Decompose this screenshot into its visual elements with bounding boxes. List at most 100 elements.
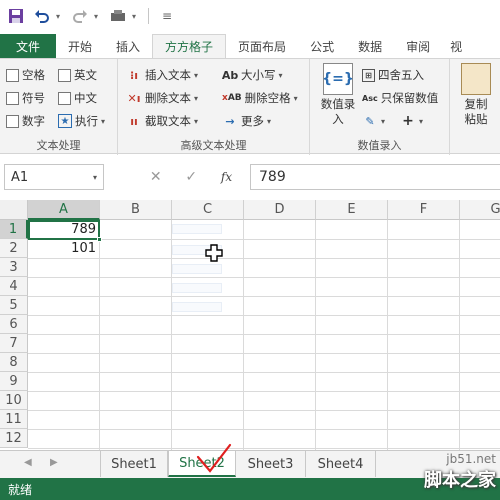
select-all-corner[interactable] bbox=[0, 200, 28, 220]
chevron-down-icon: ▾ bbox=[419, 116, 424, 126]
function-icon[interactable]: fx bbox=[221, 170, 232, 184]
checkbox-number[interactable]: 数字 bbox=[6, 113, 45, 129]
execute-button[interactable]: ★ 执行 ▾ bbox=[58, 113, 105, 129]
tab-home[interactable]: 开始 bbox=[56, 34, 104, 58]
fill-handle[interactable] bbox=[97, 237, 102, 242]
checkbox-icon[interactable] bbox=[58, 68, 71, 82]
tab-formulas[interactable]: 公式 bbox=[298, 34, 346, 58]
tab-insert[interactable]: 插入 bbox=[104, 34, 152, 58]
row-header[interactable]: 6 bbox=[0, 315, 28, 334]
row-header[interactable]: 7 bbox=[0, 334, 28, 353]
row-header[interactable]: 9 bbox=[0, 372, 28, 391]
tab-data[interactable]: 数据 bbox=[346, 34, 394, 58]
checkbox-icon[interactable] bbox=[6, 114, 19, 128]
spreadsheet-grid[interactable]: A B C D E F G 1 2 3 4 5 6 7 8 9 10 11 12… bbox=[0, 200, 500, 450]
column-header-b[interactable]: B bbox=[100, 200, 172, 220]
check-icon[interactable]: ✓ bbox=[185, 169, 197, 185]
row-header[interactable]: 3 bbox=[0, 258, 28, 277]
grid-line bbox=[315, 220, 316, 450]
tab-page-layout[interactable]: 页面布局 bbox=[226, 34, 298, 58]
divider bbox=[148, 8, 149, 24]
add-button[interactable]: + ▾ bbox=[400, 113, 423, 129]
checkbox-chinese[interactable]: 中文 bbox=[58, 90, 97, 106]
tab-view[interactable]: 视 bbox=[442, 34, 462, 58]
ghost-overlay bbox=[172, 224, 222, 234]
column-header-a[interactable]: A bbox=[28, 200, 100, 220]
chevron-down-icon[interactable]: ▾ bbox=[93, 173, 97, 182]
tab-fangfang[interactable]: 方方格子 bbox=[152, 34, 227, 58]
keep-value-button[interactable]: Asc 只保留数值 bbox=[362, 90, 438, 106]
checkbox-space[interactable]: 空格 bbox=[6, 67, 45, 83]
sheet-tab-sheet4[interactable]: Sheet4 bbox=[306, 451, 376, 477]
tab-file[interactable]: 文件 bbox=[0, 34, 56, 58]
chevron-down-icon: ▾ bbox=[381, 116, 386, 126]
grid-line bbox=[459, 220, 460, 450]
row-header[interactable]: 11 bbox=[0, 410, 28, 429]
name-box[interactable]: A1 ▾ bbox=[4, 164, 104, 190]
redo-icon[interactable] bbox=[68, 4, 92, 28]
row-header[interactable]: 4 bbox=[0, 277, 28, 296]
active-cell-border bbox=[28, 220, 100, 240]
extract-text-button[interactable]: ıı 截取文本 ▾ bbox=[126, 113, 198, 129]
red-checkmark-annotation bbox=[196, 443, 232, 473]
chevron-down-icon: ▾ bbox=[194, 93, 199, 103]
paste-group: 复制粘贴 bbox=[450, 59, 500, 155]
number-entry-group: {=} 数值录入 ⊞ 四舍五入 Asc 只保留数值 ✎ ▾ + ▾ 数值录入 bbox=[310, 59, 450, 155]
chevron-down-icon[interactable]: ▾ bbox=[132, 12, 142, 21]
more-button[interactable]: → 更多 ▾ bbox=[222, 113, 271, 129]
edit-button[interactable]: ✎ ▾ bbox=[362, 113, 385, 129]
number-entry-button[interactable]: {=} 数值录入 bbox=[314, 63, 362, 127]
number-entry-icon: {=} bbox=[322, 63, 354, 95]
round-button[interactable]: ⊞ 四舍五入 bbox=[362, 67, 424, 83]
delete-text-button[interactable]: ✕ı 删除文本 ▾ bbox=[126, 90, 199, 106]
advanced-text-group: ⁝ı 插入文本 ▾ ✕ı 删除文本 ▾ ıı 截取文本 ▾ Ab 大小写 ▾ x AB 删除空格 ▾ … bbox=[118, 59, 310, 155]
star-icon: ★ bbox=[58, 114, 72, 128]
insert-text-button[interactable]: ⁝ı 插入文本 ▾ bbox=[126, 67, 198, 83]
row-header[interactable]: 12 bbox=[0, 429, 28, 448]
column-header-e[interactable]: E bbox=[316, 200, 388, 220]
sheet-tab-sheet3[interactable]: Sheet3 bbox=[236, 451, 306, 477]
insert-text-icon: ⁝ı bbox=[130, 68, 138, 82]
row-header[interactable]: 5 bbox=[0, 296, 28, 315]
checkbox-icon[interactable] bbox=[6, 91, 19, 105]
chevron-right-icon[interactable]: ▶ bbox=[50, 457, 58, 468]
chevron-left-icon[interactable]: ◀ bbox=[24, 457, 32, 468]
status-text: 就绪 bbox=[8, 482, 33, 497]
delete-space-button[interactable]: x AB 删除空格 ▾ bbox=[222, 90, 298, 106]
arrow-right-icon: → bbox=[225, 114, 235, 128]
copy-paste-button[interactable]: 复制粘贴 bbox=[454, 63, 498, 127]
checkbox-icon[interactable] bbox=[6, 68, 19, 82]
row-header[interactable]: 10 bbox=[0, 391, 28, 410]
chevron-down-icon: ▾ bbox=[278, 70, 283, 80]
column-header-d[interactable]: D bbox=[244, 200, 316, 220]
row-header[interactable]: 1 bbox=[0, 220, 28, 239]
delete-space-icon: x AB bbox=[222, 93, 242, 103]
edit-icon: ✎ bbox=[365, 114, 375, 128]
grid-icon: ⊞ bbox=[362, 68, 375, 82]
column-header-g[interactable]: G bbox=[460, 200, 500, 220]
case-button[interactable]: Ab 大小写 ▾ bbox=[222, 67, 283, 83]
chevron-down-icon[interactable]: ▾ bbox=[56, 12, 66, 21]
row-header[interactable]: 2 bbox=[0, 239, 28, 258]
cancel-icon[interactable]: ✕ bbox=[150, 169, 162, 185]
formula-input[interactable]: 789 bbox=[250, 164, 500, 190]
toolbar-icon[interactable] bbox=[106, 4, 130, 28]
column-header-c[interactable]: C bbox=[172, 200, 244, 220]
save-icon[interactable] bbox=[4, 4, 28, 28]
row-header[interactable]: 8 bbox=[0, 353, 28, 372]
ribbon-tabs: 文件 开始 插入 方方格子 页面布局 公式 数据 审阅 视 bbox=[0, 34, 500, 58]
chevron-down-icon[interactable]: ▾ bbox=[94, 12, 104, 21]
sheet-tab-sheet1[interactable]: Sheet1 bbox=[100, 451, 168, 477]
tab-review[interactable]: 审阅 bbox=[394, 34, 442, 58]
grid-line bbox=[387, 220, 388, 450]
chevron-down-icon: ▾ bbox=[194, 116, 199, 126]
cell-a2[interactable]: 101 bbox=[28, 239, 100, 258]
delete-text-icon: ✕ı bbox=[127, 91, 141, 105]
column-header-f[interactable]: F bbox=[388, 200, 460, 220]
chevron-down-icon: ▾ bbox=[194, 70, 199, 80]
customize-icon[interactable]: ≡ bbox=[155, 4, 179, 28]
checkbox-english[interactable]: 英文 bbox=[58, 67, 97, 83]
checkbox-icon[interactable] bbox=[58, 91, 71, 105]
undo-icon[interactable] bbox=[30, 4, 54, 28]
checkbox-symbol[interactable]: 符号 bbox=[6, 90, 45, 106]
